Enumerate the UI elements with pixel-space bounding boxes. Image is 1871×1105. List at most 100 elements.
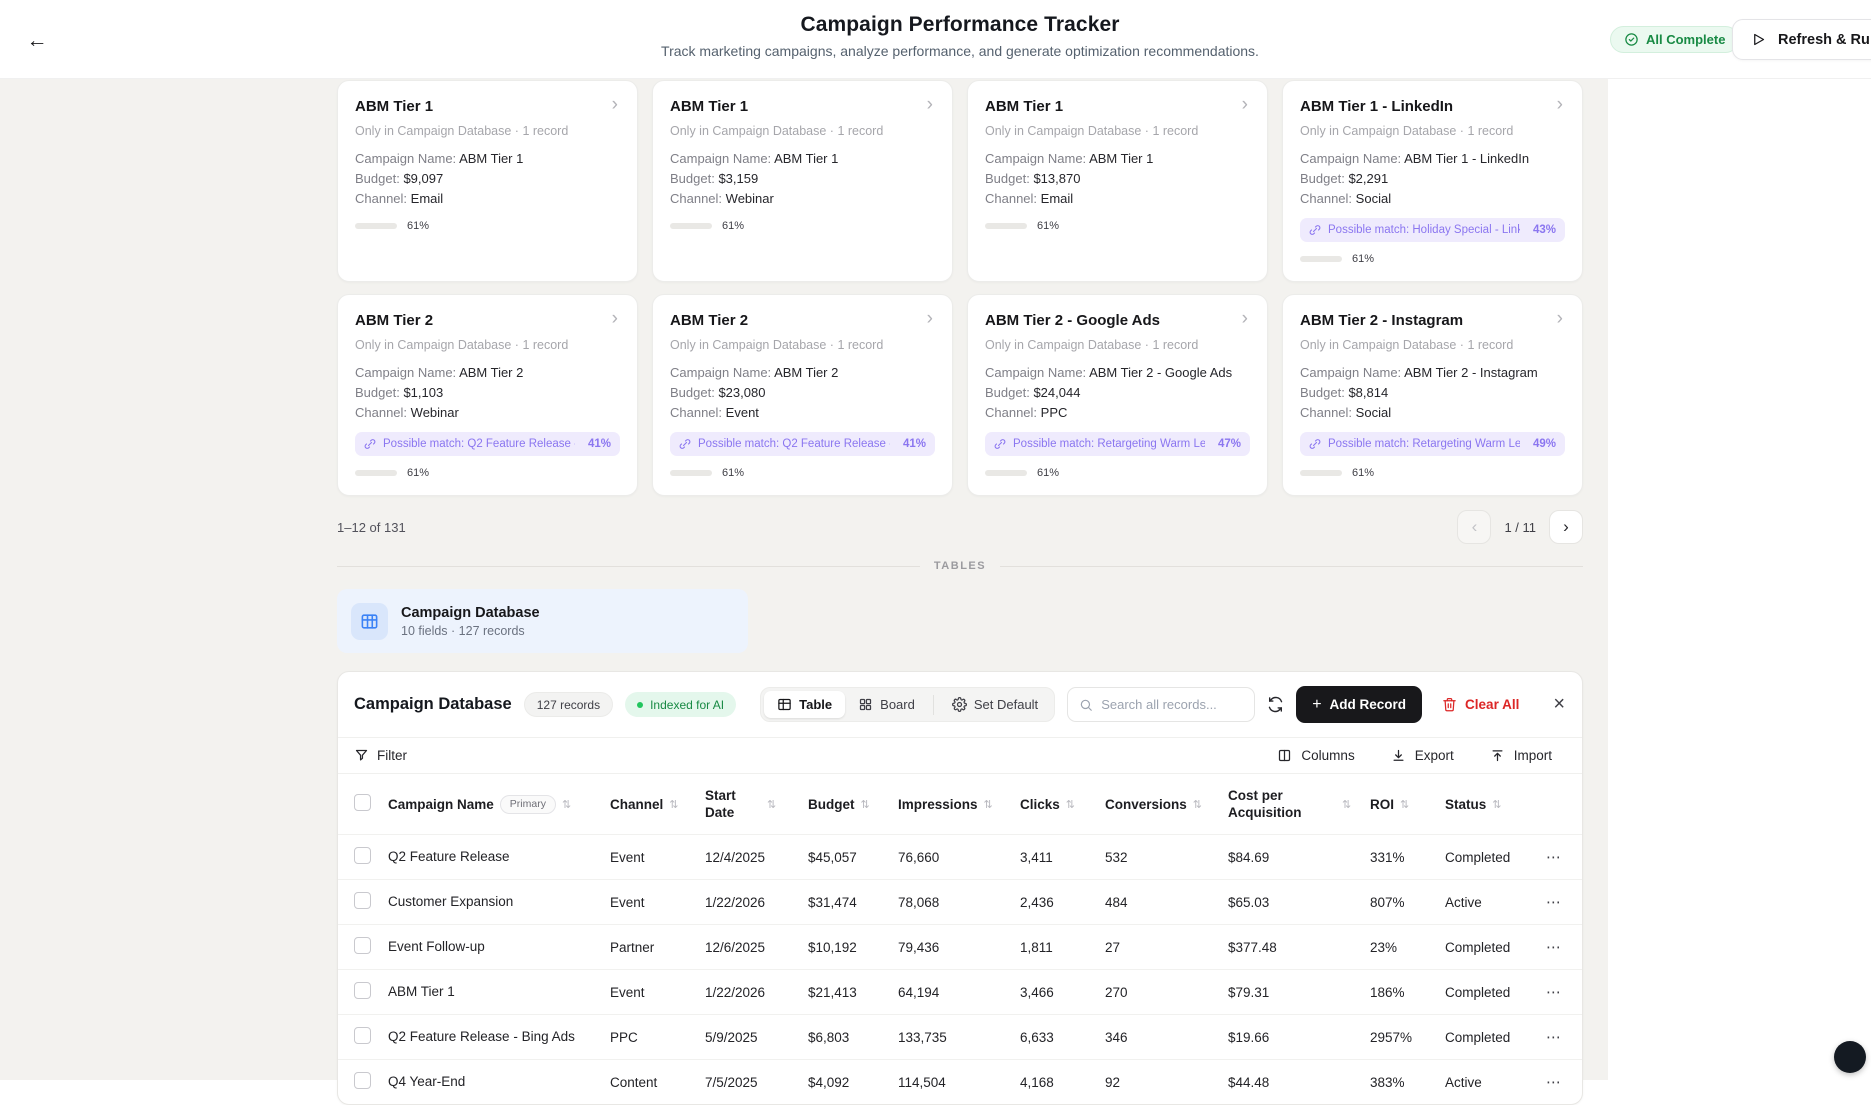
card-fields: Campaign Name: ABM Tier 1 - LinkedIn Bud… — [1300, 149, 1565, 209]
close-icon[interactable]: × — [1549, 693, 1569, 716]
columns-button[interactable]: Columns — [1277, 748, 1354, 763]
sort-icon[interactable]: ⇅ — [1342, 796, 1351, 813]
select-all-checkbox[interactable] — [354, 794, 371, 811]
campaign-card[interactable]: ABM Tier 2 › Only in Campaign Database ·… — [652, 294, 953, 496]
row-actions-button[interactable]: ⋯ — [1546, 1071, 1582, 1093]
table-toolbar: Campaign Database 127 records Indexed fo… — [338, 672, 1582, 737]
match-progress: 61% — [355, 220, 620, 232]
column-header-channel[interactable]: Channel ⇅ — [610, 796, 705, 813]
table-row[interactable]: Q2 Feature Release Event 12/4/2025 $45,0… — [338, 834, 1582, 879]
sort-icon[interactable]: ⇅ — [1066, 796, 1075, 813]
table-row[interactable]: Q2 Feature Release - Bing Ads PPC 5/9/20… — [338, 1014, 1582, 1059]
cell-campaign-name: Event Follow-up — [388, 936, 610, 958]
column-header-start-date[interactable]: Start Date ⇅ — [705, 787, 808, 821]
campaign-card[interactable]: ABM Tier 1 - LinkedIn › Only in Campaign… — [1282, 80, 1583, 282]
filter-button[interactable]: Filter — [354, 748, 407, 763]
cell-conversions: 346 — [1105, 1028, 1228, 1047]
campaign-card[interactable]: ABM Tier 2 - Instagram › Only in Campaig… — [1282, 294, 1583, 496]
column-header-roi[interactable]: ROI ⇅ — [1370, 796, 1445, 813]
cell-conversions: 532 — [1105, 848, 1228, 867]
row-checkbox[interactable] — [354, 982, 371, 999]
table-row[interactable]: Customer Expansion Event 1/22/2026 $31,4… — [338, 879, 1582, 924]
set-default-button[interactable]: Set Default — [939, 691, 1051, 718]
column-header-impressions[interactable]: Impressions ⇅ — [898, 796, 1020, 813]
row-checkbox[interactable] — [354, 1072, 371, 1089]
column-header-status[interactable]: Status ⇅ — [1445, 796, 1546, 813]
possible-match-chip[interactable]: Possible match: Q2 Feature Release - Bi.… — [670, 432, 935, 456]
sort-icon[interactable]: ⇅ — [861, 796, 870, 813]
page-title: Campaign Performance Tracker — [337, 13, 1583, 37]
row-actions-button[interactable]: ⋯ — [1546, 936, 1582, 958]
cell-budget: $45,057 — [808, 848, 898, 867]
export-button[interactable]: Export — [1391, 748, 1454, 763]
row-actions-button[interactable]: ⋯ — [1546, 981, 1582, 1003]
floating-action-button[interactable] — [1834, 1041, 1866, 1073]
refresh-run-button[interactable]: Refresh & Ru — [1732, 19, 1871, 60]
sort-icon[interactable]: ⇅ — [767, 796, 776, 813]
row-actions-button[interactable]: ⋯ — [1546, 846, 1582, 868]
campaign-card[interactable]: ABM Tier 2 › Only in Campaign Database ·… — [337, 294, 638, 496]
campaign-card[interactable]: ABM Tier 1 › Only in Campaign Database ·… — [337, 80, 638, 282]
row-checkbox[interactable] — [354, 892, 371, 909]
possible-match-chip[interactable]: Possible match: Retargeting Warm Leads..… — [985, 432, 1250, 456]
sort-icon[interactable]: ⇅ — [984, 796, 993, 813]
card-fields: Campaign Name: ABM Tier 2 - Instagram Bu… — [1300, 363, 1565, 423]
chevron-right-icon: › — [1242, 97, 1248, 113]
possible-match-chip[interactable]: Possible match: Retargeting Warm Lead...… — [1300, 432, 1565, 456]
row-actions-button[interactable]: ⋯ — [1546, 891, 1582, 913]
chevron-right-icon: › — [927, 97, 933, 113]
column-header-cost-per-acquisition[interactable]: Cost per Acquisition ⇅ — [1228, 787, 1370, 821]
possible-match-chip[interactable]: Possible match: Holiday Special - Linked… — [1300, 218, 1565, 242]
cell-budget: $10,192 — [808, 938, 898, 957]
row-checkbox[interactable] — [354, 1027, 371, 1044]
sort-icon[interactable]: ⇅ — [669, 796, 678, 813]
cell-conversions: 92 — [1105, 1073, 1228, 1092]
gear-icon — [952, 697, 967, 712]
campaign-card[interactable]: ABM Tier 1 › Only in Campaign Database ·… — [652, 80, 953, 282]
cell-channel: Content — [610, 1073, 705, 1092]
table-row[interactable]: Event Follow-up Partner 12/6/2025 $10,19… — [338, 924, 1582, 969]
cell-channel: Event — [610, 983, 705, 1002]
card-fields: Campaign Name: ABM Tier 1 Budget: $13,87… — [985, 149, 1250, 209]
cell-status: Completed — [1445, 1028, 1546, 1047]
page-subtitle: Track marketing campaigns, analyze perfo… — [337, 43, 1583, 59]
prev-page-button[interactable]: ‹ — [1457, 510, 1491, 544]
campaign-cards-grid: ABM Tier 1 › Only in Campaign Database ·… — [337, 80, 1583, 496]
cell-budget: $31,474 — [808, 893, 898, 912]
search-records-box[interactable] — [1067, 687, 1255, 722]
primary-badge: Primary — [500, 795, 556, 814]
link-icon — [994, 438, 1006, 450]
campaign-card[interactable]: ABM Tier 1 › Only in Campaign Database ·… — [967, 80, 1268, 282]
datasource-tile-campaign-database[interactable]: Campaign Database 10 fields · 127 record… — [337, 589, 748, 653]
possible-match-chip[interactable]: Possible match: Q2 Feature Release - Bi.… — [355, 432, 620, 456]
column-header-campaign-name[interactable]: Campaign Name Primary ⇅ — [388, 795, 610, 814]
search-input[interactable] — [1101, 697, 1243, 712]
cell-start-date: 12/6/2025 — [705, 938, 808, 957]
back-arrow-icon[interactable]: ← — [22, 26, 52, 56]
cell-cpa: $84.69 — [1228, 848, 1370, 867]
row-checkbox[interactable] — [354, 937, 371, 954]
column-header-conversions[interactable]: Conversions ⇅ — [1105, 796, 1228, 813]
import-button[interactable]: Import — [1490, 748, 1552, 763]
next-page-button[interactable]: › — [1549, 510, 1583, 544]
view-tab-table[interactable]: Table — [764, 691, 845, 718]
row-actions-button[interactable]: ⋯ — [1546, 1026, 1582, 1048]
sort-icon[interactable]: ⇅ — [1400, 796, 1409, 813]
column-header-clicks[interactable]: Clicks ⇅ — [1020, 796, 1105, 813]
pagination-range: 1–12 of 131 — [337, 520, 406, 535]
cell-clicks: 1,811 — [1020, 938, 1105, 957]
datasource-title: Campaign Database — [401, 605, 540, 621]
clear-all-button[interactable]: Clear All — [1442, 697, 1519, 712]
sort-icon[interactable]: ⇅ — [1492, 796, 1501, 813]
add-record-button[interactable]: + Add Record — [1296, 686, 1422, 723]
refresh-icon[interactable] — [1267, 690, 1284, 720]
column-header-budget[interactable]: Budget ⇅ — [808, 796, 898, 813]
table-title: Campaign Database — [354, 695, 512, 714]
table-row[interactable]: Q4 Year-End Content 7/5/2025 $4,092 114,… — [338, 1059, 1582, 1104]
table-row[interactable]: ABM Tier 1 Event 1/22/2026 $21,413 64,19… — [338, 969, 1582, 1014]
row-checkbox[interactable] — [354, 847, 371, 864]
campaign-card[interactable]: ABM Tier 2 - Google Ads › Only in Campai… — [967, 294, 1268, 496]
view-tab-board[interactable]: Board — [845, 691, 928, 718]
sort-icon[interactable]: ⇅ — [562, 796, 571, 813]
sort-icon[interactable]: ⇅ — [1193, 796, 1202, 813]
